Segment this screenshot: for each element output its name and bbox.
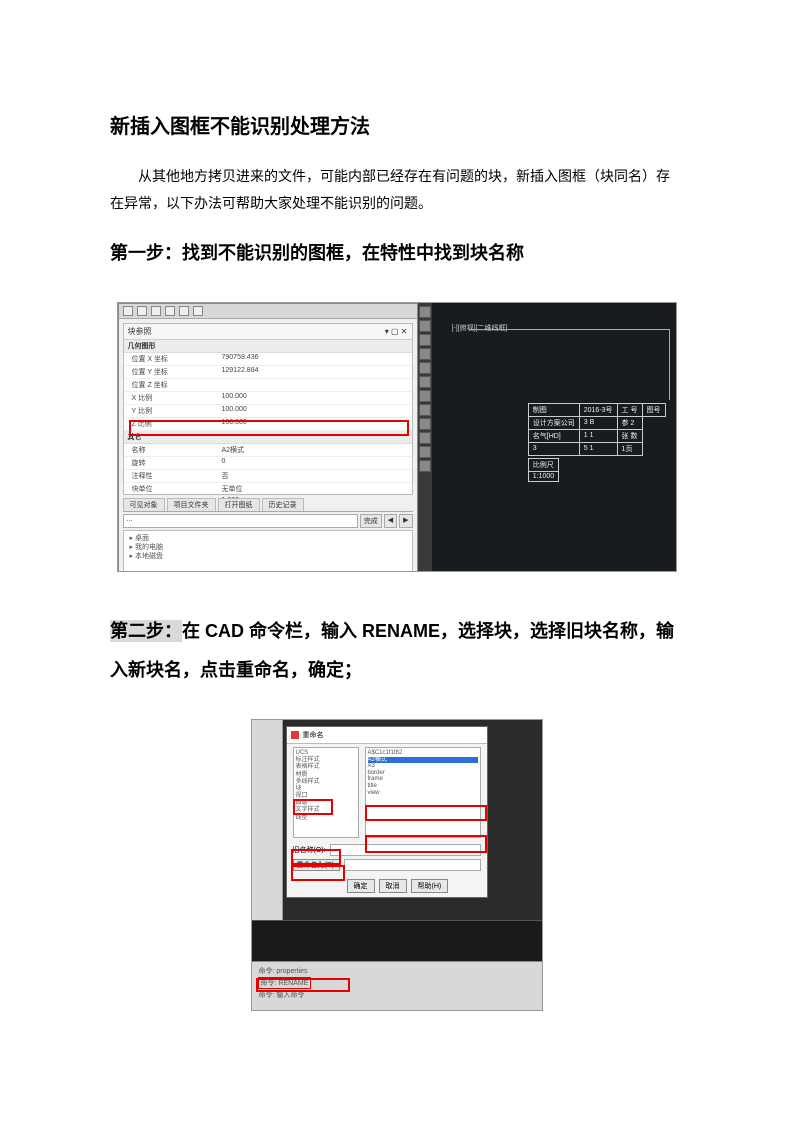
dialog-button[interactable]: 帮助(H)	[411, 879, 449, 893]
step2-highlight: 第二步：	[110, 620, 182, 642]
page-title: 新插入图框不能识别处理方法	[110, 110, 683, 139]
group-geometry: 几何图形	[124, 340, 412, 353]
app-icon	[291, 731, 299, 739]
dialog-title: 重命名	[303, 730, 324, 740]
rename-dialog: 重命名 UCS标注样式表格样式材质多线样式块视口图层文字样式线型 A$C1c1f…	[286, 726, 488, 898]
screenshot-rename-dialog: 重命名 UCS标注样式表格样式材质多线样式块视口图层文字样式线型 A$C1c1f…	[251, 719, 543, 1011]
intro-paragraph: 从其他地方拷贝进来的文件，可能内部已经存在有问题的块，新插入图框（块同名）存在异…	[110, 163, 683, 216]
dialog-button[interactable]: 确定	[347, 879, 375, 893]
dialog-button[interactable]: 取消	[379, 879, 407, 893]
rename-to-button[interactable]: 重命名为(R):	[293, 859, 341, 871]
step2-heading: 第二步：在 CAD 命令栏，输入 RENAME，选择块，选择旧块名称，输入新块名…	[110, 612, 683, 691]
step1-heading: 第一步：找到不能识别的图框，在特性中找到块名称	[110, 234, 683, 274]
group-misc: 其它	[124, 431, 412, 444]
screenshot-properties-panel: 块参照 ▾ ▢ ✕ 几何图形 位置 X 坐标790759.436位置 Y 坐标1…	[117, 302, 677, 572]
panel-head: 块参照	[128, 326, 152, 337]
